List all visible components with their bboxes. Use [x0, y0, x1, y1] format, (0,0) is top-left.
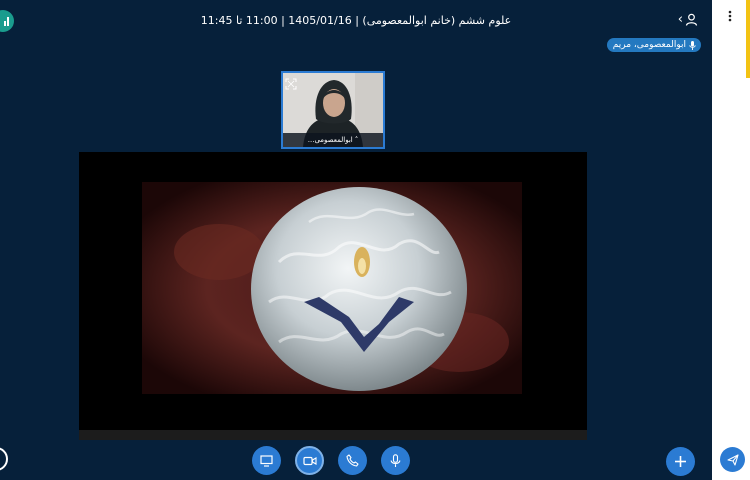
- phone-icon: [346, 454, 359, 467]
- webcam-name-tag: ˄ ابوالمعصومی...: [283, 133, 383, 147]
- main-area: علوم ششم (خانم ابوالمعصومی) | 1405/01/16…: [0, 0, 712, 480]
- talking-indicator[interactable]: ابوالمعصومی، مریم: [606, 38, 701, 52]
- screen-share-button[interactable]: [252, 446, 281, 475]
- presentation-toggle-icon[interactable]: [0, 447, 8, 471]
- microphone-button[interactable]: [381, 446, 410, 475]
- screenshare-video: [79, 152, 587, 439]
- screenshare-content: [79, 152, 587, 439]
- screen-share-icon: [260, 454, 273, 467]
- send-message-button[interactable]: [720, 447, 745, 472]
- webcam-video[interactable]: ˄ ابوالمعصومی...: [281, 71, 385, 149]
- chat-options-button[interactable]: [722, 8, 738, 24]
- notice-bar: [746, 0, 750, 78]
- phone-button[interactable]: [338, 446, 367, 475]
- chevron-up-icon: ˄: [354, 136, 359, 144]
- more-vertical-icon: [728, 10, 732, 22]
- actions-button[interactable]: [666, 447, 695, 476]
- user-icon: [685, 13, 698, 26]
- video-camera-icon: [302, 456, 317, 465]
- webcam-user-name: ابوالمعصومی...: [307, 136, 353, 144]
- microphone-icon: [689, 40, 696, 50]
- expand-icon[interactable]: [285, 75, 297, 90]
- talker-name: ابوالمعصومی، مریم: [612, 40, 686, 50]
- microphone-icon: [390, 453, 401, 467]
- video-camera-button[interactable]: [295, 446, 324, 475]
- media-controls: [252, 446, 410, 475]
- send-icon: [726, 453, 739, 466]
- chat-panel: [712, 0, 750, 480]
- chevron-left-icon: ‹: [677, 12, 683, 27]
- plus-icon: [675, 456, 686, 467]
- meeting-title: علوم ششم (خانم ابوالمعصومی) | 1405/01/16…: [200, 14, 512, 27]
- users-list-toggle[interactable]: ‹: [678, 12, 698, 27]
- screenshare-bottom-bar: [79, 430, 587, 440]
